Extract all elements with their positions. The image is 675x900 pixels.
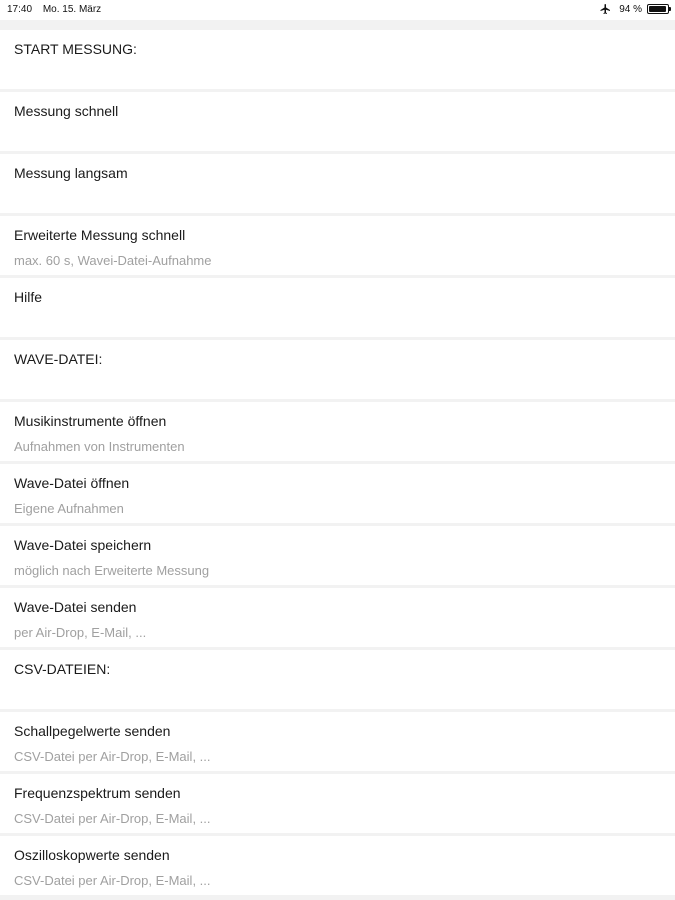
menu-list: START MESSUNG: Messung schnell Messung l… (0, 30, 675, 898)
row-title: CSV-DATEIEN: (14, 661, 111, 677)
row-title: Hilfe (14, 289, 43, 305)
list-item-messung-schnell[interactable]: Messung schnell (0, 92, 675, 151)
row-title: Oszilloskopwerte senden (14, 847, 170, 863)
list-item-oszilloskopwerte[interactable]: Oszilloskopwerte senden CSV-Datei per Ai… (0, 836, 675, 895)
row-title: Messung langsam (14, 165, 128, 181)
row-subtitle: möglich nach Erweiterte Messung (14, 563, 210, 578)
status-date: Mo. 15. März (42, 4, 102, 15)
row-title: Messung schnell (14, 103, 119, 119)
list-item-wave-speichern[interactable]: Wave-Datei speichern möglich nach Erweit… (0, 526, 675, 585)
row-title: Musikinstrumente öffnen (14, 413, 167, 429)
status-left: 17:40 Mo. 15. März (7, 4, 109, 15)
row-subtitle: per Air-Drop, E-Mail, ... (14, 625, 147, 640)
list-item-erweiterte-messung[interactable]: Erweiterte Messung schnell max. 60 s, Wa… (0, 216, 675, 275)
row-subtitle: max. 60 s, Wavei-Datei-Aufnahme (14, 253, 212, 268)
list-item-schallpegelwerte[interactable]: Schallpegelwerte senden CSV-Datei per Ai… (0, 712, 675, 771)
status-time: 17:40 (7, 4, 33, 15)
row-title: Wave-Datei speichern (14, 537, 152, 553)
battery-fill (649, 6, 666, 12)
section-header-wave-datei: WAVE-DATEI: (0, 340, 675, 399)
row-subtitle: Aufnahmen von Instrumenten (14, 439, 185, 454)
row-title: WAVE-DATEI: (14, 351, 103, 367)
section-header-csv-dateien: CSV-DATEIEN: (0, 650, 675, 709)
list-item-wave-senden[interactable]: Wave-Datei senden per Air-Drop, E-Mail, … (0, 588, 675, 647)
list-item-frequenzspektrum[interactable]: Frequenzspektrum senden CSV-Datei per Ai… (0, 774, 675, 833)
row-title: Wave-Datei senden (14, 599, 137, 615)
row-title: Frequenzspektrum senden (14, 785, 181, 801)
row-title: Erweiterte Messung schnell (14, 227, 186, 243)
airplane-icon (600, 4, 611, 14)
list-item-messung-langsam[interactable]: Messung langsam (0, 154, 675, 213)
list-item-musikinstrumente[interactable]: Musikinstrumente öffnen Aufnahmen von In… (0, 402, 675, 461)
row-title: Wave-Datei öffnen (14, 475, 130, 491)
list-item-hilfe[interactable]: Hilfe (0, 278, 675, 337)
battery-icon (647, 4, 671, 14)
row-subtitle: CSV-Datei per Air-Drop, E-Mail, ... (14, 749, 211, 764)
row-subtitle: CSV-Datei per Air-Drop, E-Mail, ... (14, 873, 211, 888)
row-title: START MESSUNG: (14, 41, 137, 57)
row-subtitle: Eigene Aufnahmen (14, 501, 124, 516)
row-subtitle: CSV-Datei per Air-Drop, E-Mail, ... (14, 811, 211, 826)
row-title: Schallpegelwerte senden (14, 723, 171, 739)
battery-percent: 94 % (619, 3, 642, 15)
status-right: 94 % (599, 3, 671, 15)
section-header-start-messung: START MESSUNG: (0, 30, 675, 89)
status-bar: 17:40 Mo. 15. März 94 % (0, 0, 675, 20)
list-item-wave-oeffnen[interactable]: Wave-Datei öffnen Eigene Aufnahmen (0, 464, 675, 523)
